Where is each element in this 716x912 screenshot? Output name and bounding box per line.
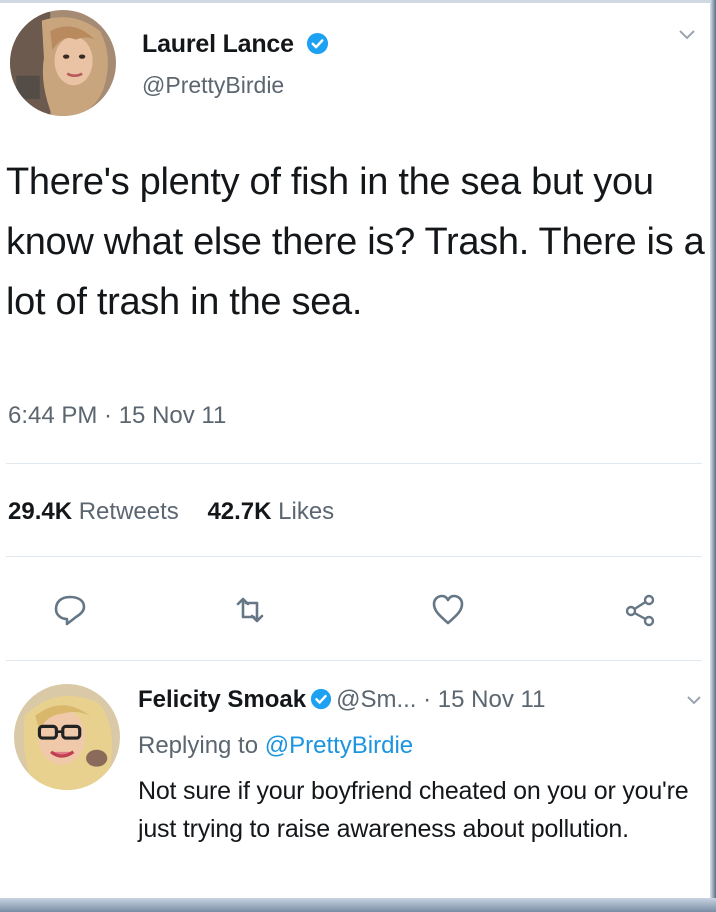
reply-icon[interactable] [52,592,88,628]
retweets-count[interactable]: 29.4K [8,498,72,525]
author-avatar[interactable] [10,10,116,116]
divider [6,463,702,464]
reply-author-handle[interactable]: @Sm... [336,686,416,713]
reply-header: Felicity Smoak @Sm... · 15 Nov 11 [138,686,545,714]
replying-mention-link[interactable]: @PrettyBirdie [265,732,413,759]
likes-count[interactable]: 42.7K [207,498,271,525]
reply-date[interactable]: · 15 Nov 11 [423,686,545,713]
avatar-photo-felicity [14,684,120,790]
chevron-down-icon[interactable] [686,694,702,706]
avatar-photo-laurel [10,10,116,116]
share-icon[interactable] [622,592,658,628]
author-name[interactable]: Laurel Lance [142,30,329,59]
screen-edge-bottom [0,898,716,912]
replying-to: Replying to @PrettyBirdie [138,732,413,760]
verified-badge-icon [310,688,332,710]
reply-text: Not sure if your boyfriend cheated on yo… [138,777,689,843]
tweet-text: There's plenty of fish in the sea but yo… [6,161,705,323]
author-name-text[interactable]: Laurel Lance [142,30,294,58]
retweets-label[interactable]: Retweets [79,498,179,525]
reply-author-name[interactable]: Felicity Smoak [138,686,306,713]
likes-label[interactable]: Likes [278,498,334,525]
screen-edge-top [0,0,716,3]
divider [6,556,702,557]
replying-prefix: Replying to [138,732,259,759]
tweet-stats: 29.4K Retweets 42.7K Likes [8,498,356,526]
verified-badge-icon [306,32,328,55]
like-icon[interactable] [430,592,466,628]
retweet-icon[interactable] [232,592,268,628]
tweet-timestamp[interactable]: 6:44 PM · 15 Nov 11 [8,402,226,430]
chevron-down-icon[interactable] [678,28,696,42]
author-handle[interactable]: @PrettyBirdie [142,72,284,99]
screen-edge-right [710,0,716,912]
divider [6,660,702,661]
reply-author-avatar[interactable] [14,684,120,790]
